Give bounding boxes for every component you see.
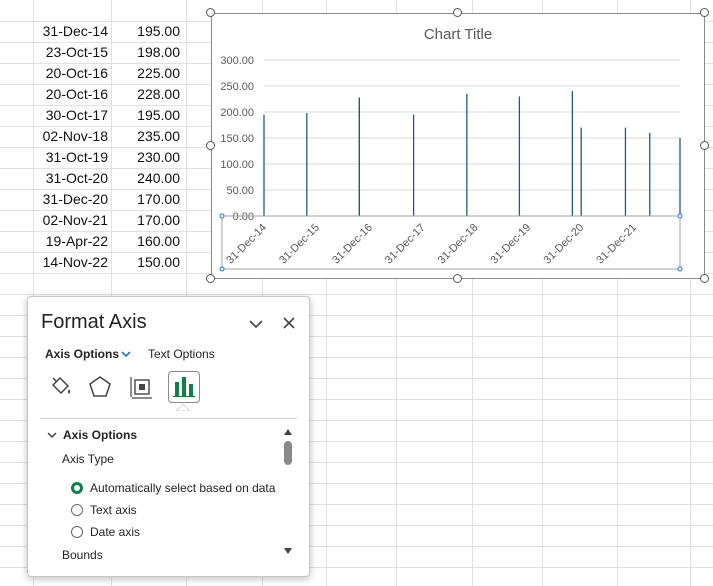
x-tick-label[interactable]: 31-Dec-19	[489, 222, 534, 267]
cell-value[interactable]: 170.00	[112, 210, 180, 231]
chart-resize-handle[interactable]	[700, 8, 709, 17]
cell-date[interactable]: 20-Oct-16	[0, 63, 108, 84]
chart-resize-handle[interactable]	[700, 141, 709, 150]
cell-value[interactable]: 170.00	[112, 189, 180, 210]
chevron-down-icon[interactable]	[47, 431, 57, 439]
cell-date[interactable]: 31-Oct-19	[0, 147, 108, 168]
cell-date[interactable]: 19-Apr-22	[0, 231, 108, 252]
y-tick-label[interactable]: 200.00	[220, 107, 254, 119]
scrollbar-thumb[interactable]	[284, 441, 292, 465]
cell-value[interactable]: 235.00	[112, 126, 180, 147]
y-tick-label[interactable]: 50.00	[226, 185, 254, 197]
scroll-up-icon[interactable]	[283, 428, 293, 436]
bar-chart-icon	[173, 377, 195, 398]
x-tick-label[interactable]: 31-Dec-15	[277, 222, 322, 267]
x-tick-label[interactable]: 31-Dec-18	[436, 222, 481, 267]
effects-icon[interactable]	[84, 371, 116, 403]
y-tick-label[interactable]: 250.00	[220, 81, 254, 93]
date-axis-chart[interactable]: Chart Title 0.00 50.00 100.00 150.00 200.00 2…	[211, 13, 705, 279]
axis-options-icon-wrapper[interactable]	[168, 371, 200, 403]
x-tick-label[interactable]: 31-Dec-17	[383, 222, 428, 267]
cell-date[interactable]: 02-Nov-21	[0, 210, 108, 231]
cell-date[interactable]: 02-Nov-18	[0, 126, 108, 147]
x-tick-label[interactable]: 31-Dec-21	[594, 222, 639, 267]
chart-resize-handle[interactable]	[453, 274, 462, 283]
close-icon[interactable]	[280, 314, 298, 332]
tab-axis-options[interactable]: Axis Options	[45, 347, 119, 361]
chart-title[interactable]: Chart Title	[424, 26, 492, 43]
cell-date[interactable]: 31-Oct-20	[0, 168, 108, 189]
cell-value[interactable]: 198.00	[112, 42, 180, 63]
cell-date[interactable]: 31-Dec-20	[0, 189, 108, 210]
y-tick-label[interactable]: 300.00	[220, 55, 254, 67]
cell-value[interactable]: 195.00	[112, 21, 180, 42]
cell-date[interactable]: 23-Oct-15	[0, 42, 108, 63]
cell-date[interactable]: 31-Dec-14	[0, 21, 108, 42]
axis-handle[interactable]	[219, 266, 225, 272]
tab-text-options[interactable]: Text Options	[148, 347, 215, 361]
axis-handle[interactable]	[677, 213, 683, 219]
y-tick-label[interactable]: 0.00	[233, 211, 254, 223]
chart-resize-handle[interactable]	[700, 274, 709, 283]
chevron-down-icon[interactable]	[247, 315, 265, 333]
cell-date[interactable]: 14-Nov-22	[0, 252, 108, 273]
chart-resize-handle[interactable]	[206, 141, 215, 150]
y-tick-label[interactable]: 150.00	[220, 133, 254, 145]
x-tick-label[interactable]: 31-Dec-20	[541, 222, 586, 267]
selection-pointer	[176, 403, 190, 411]
cell-date[interactable]: 30-Oct-17	[0, 105, 108, 126]
cell-value[interactable]: 160.00	[112, 231, 180, 252]
x-tick-label[interactable]: 31-Dec-14	[224, 222, 269, 267]
section-axis-options[interactable]: Axis Options	[63, 428, 137, 442]
radio-label: Date axis	[90, 525, 141, 539]
fill-line-icon[interactable]	[44, 371, 76, 403]
cell-value[interactable]: 228.00	[112, 84, 180, 105]
format-axis-pane: Format Axis Axis Options Text Options Ax…	[27, 296, 310, 577]
cell-value[interactable]: 195.00	[112, 105, 180, 126]
pane-separator	[40, 418, 297, 419]
cell-value[interactable]: 225.00	[112, 63, 180, 84]
cell-value[interactable]: 150.00	[112, 252, 180, 273]
axis-type-label: Axis Type	[62, 452, 114, 466]
radio-label: Text axis	[90, 503, 137, 517]
cell-value[interactable]: 230.00	[112, 147, 180, 168]
radio-button[interactable]	[71, 526, 83, 538]
axis-handle[interactable]	[677, 266, 683, 272]
axis-handle[interactable]	[219, 213, 225, 219]
cell-date[interactable]: 20-Oct-16	[0, 84, 108, 105]
radio-button[interactable]	[71, 482, 83, 494]
chart-resize-handle[interactable]	[206, 274, 215, 283]
chart-resize-handle[interactable]	[453, 8, 462, 17]
bounds-label: Bounds	[62, 548, 103, 562]
radio-button[interactable]	[71, 504, 83, 516]
size-properties-icon[interactable]	[126, 371, 158, 403]
y-tick-label[interactable]: 100.00	[220, 159, 254, 171]
x-tick-label[interactable]: 31-Dec-16	[330, 222, 375, 267]
chevron-down-icon[interactable]	[120, 349, 132, 359]
scroll-down-icon[interactable]	[283, 547, 293, 555]
cell-value[interactable]: 240.00	[112, 168, 180, 189]
pane-title: Format Axis	[41, 311, 147, 333]
radio-label: Automatically select based on data	[90, 481, 276, 495]
chart-resize-handle[interactable]	[206, 8, 215, 17]
